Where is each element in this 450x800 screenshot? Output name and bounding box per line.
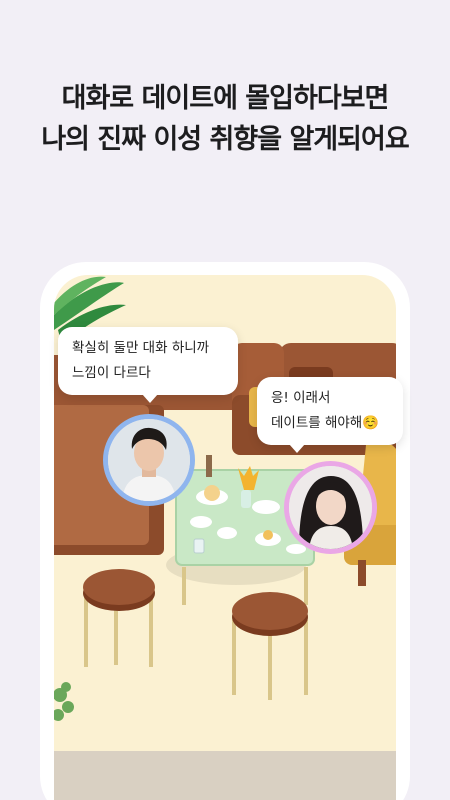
small-plant (54, 682, 74, 721)
female-chat-line-2: 데이트를 해야해☺️ (271, 415, 380, 431)
female-avatar-photo (289, 466, 372, 549)
round-table-right (232, 592, 308, 700)
female-avatar[interactable] (284, 461, 377, 554)
female-chat-bubble: 응! 이래서 데이트를 해야해☺️ (257, 377, 403, 453)
headline: 대화로 데이트에 몰입하다보면 나의 진짜 이성 취향을 알게되어요 (0, 78, 450, 160)
male-chat-line-2: 느낌이 다르다 (72, 365, 151, 381)
headline-line-2: 나의 진짜 이성 취향을 알게되어요 (41, 124, 409, 155)
male-avatar-photo (108, 419, 190, 501)
headline-line-1: 대화로 데이트에 몰입하다보면 (61, 83, 390, 114)
round-table-left (83, 569, 155, 667)
female-chat-line-1: 응! 이래서 (271, 390, 331, 406)
male-avatar[interactable] (103, 414, 195, 506)
male-chat-bubble: 확실히 둘만 대화 하니까 느낌이 다르다 (58, 327, 238, 403)
male-chat-line-1: 확실히 둘만 대화 하니까 (72, 340, 210, 356)
